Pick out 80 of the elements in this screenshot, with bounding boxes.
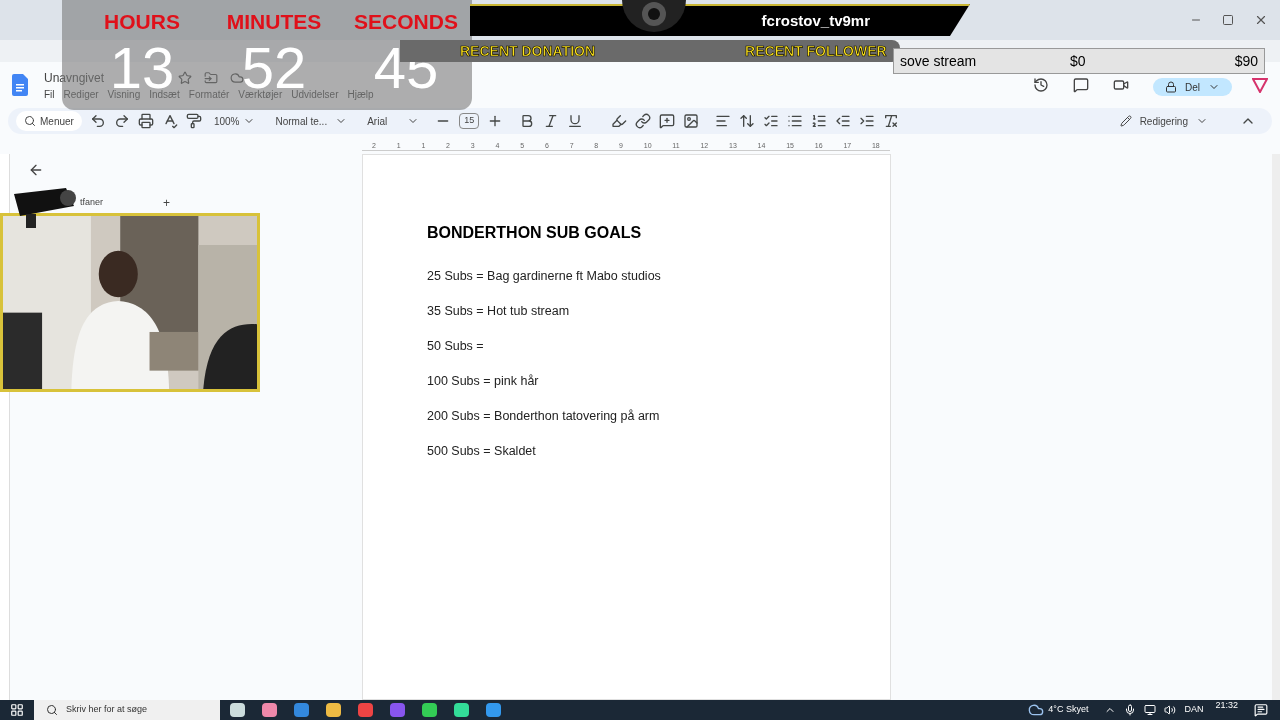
timer-value: 52 bbox=[241, 46, 307, 90]
zoom-dropdown[interactable]: 100% bbox=[213, 113, 256, 129]
back-arrow-icon[interactable] bbox=[28, 162, 44, 178]
comment-icon[interactable] bbox=[1073, 77, 1089, 93]
clear-format-icon[interactable] bbox=[883, 113, 900, 129]
document-line: 50 Subs = bbox=[427, 338, 485, 355]
language-indicator[interactable]: DAN bbox=[1184, 703, 1204, 717]
taskbar-app-icon[interactable] bbox=[390, 703, 405, 717]
network-icon[interactable] bbox=[1144, 704, 1157, 716]
line-spacing-icon[interactable] bbox=[739, 113, 756, 129]
search-icon bbox=[46, 704, 58, 716]
taskbar-app-icon[interactable] bbox=[358, 703, 373, 717]
timer-label: HOURS bbox=[104, 11, 180, 32]
goal-name: sove stream bbox=[900, 51, 978, 71]
undo-icon[interactable] bbox=[89, 113, 106, 129]
start-icon[interactable] bbox=[10, 703, 24, 717]
close-icon[interactable] bbox=[1254, 13, 1268, 27]
share-button[interactable]: Del bbox=[1153, 78, 1232, 96]
microphone-icon[interactable] bbox=[1124, 704, 1137, 716]
pencil-icon bbox=[1119, 115, 1132, 127]
timer-label: SECONDS bbox=[354, 11, 458, 32]
taskbar-app-icon[interactable] bbox=[422, 703, 437, 717]
paint-format-icon[interactable] bbox=[185, 113, 202, 129]
taskbar-search-field[interactable]: Skriv her for at søge bbox=[34, 700, 220, 720]
taskbar-app-icon[interactable] bbox=[294, 703, 309, 717]
add-comment-icon[interactable] bbox=[659, 113, 676, 129]
weather-text[interactable]: 4°C Skyet bbox=[1048, 703, 1089, 717]
align-icon[interactable] bbox=[715, 113, 732, 129]
lock-icon bbox=[1165, 81, 1177, 93]
search-icon bbox=[24, 115, 36, 127]
taskbar-app-icon[interactable] bbox=[230, 703, 245, 717]
volume-icon[interactable] bbox=[1164, 704, 1177, 716]
taskbar-app-icon[interactable] bbox=[326, 703, 341, 717]
mode-dropdown[interactable]: Redigering bbox=[1119, 113, 1208, 129]
timer-value: 13 bbox=[109, 46, 175, 90]
font-dropdown[interactable]: Arial bbox=[367, 113, 420, 129]
goal-target: $90 bbox=[1234, 51, 1258, 71]
taskbar-app-icon[interactable] bbox=[454, 703, 469, 717]
document-line: 100 Subs = pink hår bbox=[427, 373, 540, 390]
print-icon[interactable] bbox=[137, 113, 154, 129]
recent-follower-label: RECENT FOLLOWER bbox=[745, 41, 887, 61]
star-icon[interactable] bbox=[178, 70, 193, 85]
timer-label: MINUTES bbox=[226, 11, 322, 32]
highlighter-icon[interactable] bbox=[611, 113, 628, 129]
style-dropdown[interactable]: Normal te... bbox=[275, 113, 348, 129]
triangle-logo-icon bbox=[1252, 77, 1268, 93]
add-tab-button[interactable]: + bbox=[163, 194, 171, 212]
document-line: 200 Subs = Bonderthon tatovering på arm bbox=[427, 408, 661, 425]
font-size-field[interactable]: 15 bbox=[459, 113, 480, 129]
maximize-icon[interactable] bbox=[1222, 14, 1234, 26]
menu-item[interactable]: Fil bbox=[44, 86, 55, 102]
username: fcrostov_tv9mr bbox=[761, 10, 870, 31]
document-icon[interactable] bbox=[12, 74, 28, 96]
document-line: 25 Subs = Bag gardinerne ft Mabo studios bbox=[427, 268, 662, 285]
folder-icon[interactable] bbox=[204, 70, 219, 85]
image-icon[interactable] bbox=[683, 113, 700, 129]
outdent-icon[interactable] bbox=[835, 113, 852, 129]
weather-icon bbox=[1028, 702, 1045, 718]
link-icon[interactable] bbox=[635, 113, 652, 129]
tabs-label: tfaner bbox=[80, 196, 103, 210]
taskbar-app-icon[interactable] bbox=[486, 703, 501, 717]
goal-current: $0 bbox=[1070, 51, 1086, 71]
bullet-list-icon[interactable] bbox=[787, 113, 804, 129]
history-icon[interactable] bbox=[1033, 77, 1049, 93]
document-line: 35 Subs = Hot tub stream bbox=[427, 303, 571, 320]
checklist-icon[interactable] bbox=[763, 113, 780, 129]
cloud-icon[interactable] bbox=[230, 70, 245, 85]
document-heading: BONDERTHON SUB GOALS bbox=[427, 223, 643, 243]
indent-icon[interactable] bbox=[859, 113, 876, 129]
video-icon[interactable] bbox=[1113, 77, 1129, 93]
taskbar-app-icon[interactable] bbox=[262, 703, 277, 717]
numbered-list-icon[interactable] bbox=[811, 113, 828, 129]
redo-icon[interactable] bbox=[113, 113, 130, 129]
search-placeholder: Skriv her for at søge bbox=[66, 703, 148, 717]
document-line: 500 Subs = Skaldet bbox=[427, 443, 537, 460]
clock-time[interactable]: 21:32 bbox=[1215, 699, 1238, 713]
menu-search-field[interactable]: Menuer bbox=[16, 111, 82, 131]
underline-icon[interactable] bbox=[567, 113, 584, 129]
notifications-icon[interactable] bbox=[1254, 703, 1268, 717]
recent-donation-label: RECENT DONATION bbox=[460, 41, 596, 61]
